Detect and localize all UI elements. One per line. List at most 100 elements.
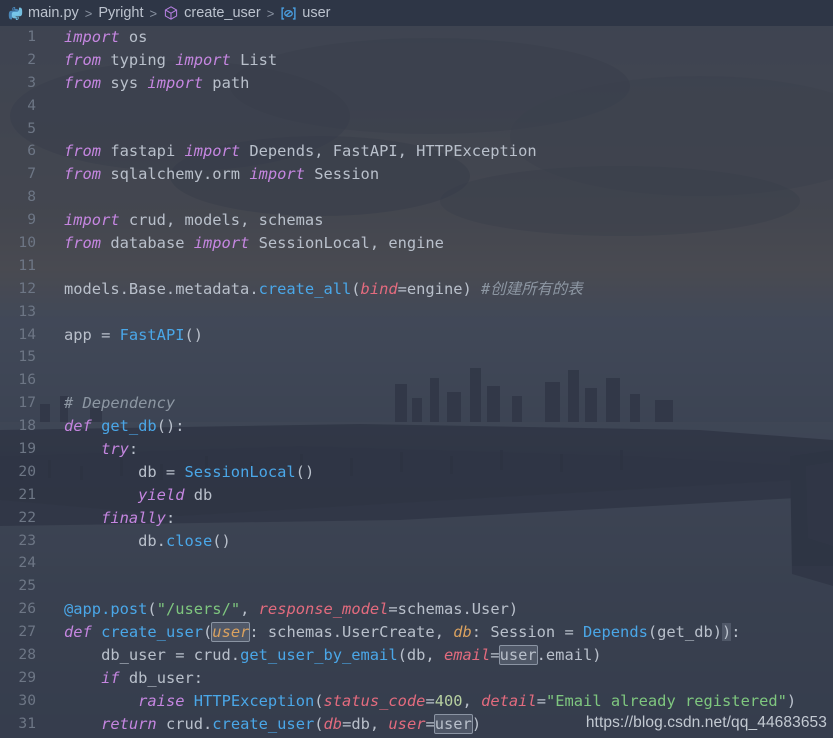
line-number: 23 xyxy=(18,531,36,549)
code-token: from xyxy=(64,50,102,69)
code-line[interactable]: 12 models.Base.metadata.create_all(bind=e… xyxy=(0,278,833,301)
breadcrumb-item-provider[interactable]: Pyright xyxy=(97,5,144,21)
line-content[interactable]: raise HTTPException(status_code=400, det… xyxy=(64,690,796,713)
code-token: Depends xyxy=(582,623,648,642)
breadcrumb-item-symbol-method[interactable]: create_user xyxy=(162,5,262,21)
line-content[interactable]: import crud, models, schemas xyxy=(64,209,323,232)
code-token: import xyxy=(64,28,120,46)
code-line[interactable]: 5 xyxy=(0,118,833,141)
code-line[interactable]: 20 db = SessionLocal() xyxy=(0,461,833,484)
code-token: 400 xyxy=(434,691,463,710)
code-token: status_code xyxy=(323,691,426,710)
code-token: bind xyxy=(360,279,398,298)
highlighted-token: user xyxy=(433,713,473,734)
code-token: typing xyxy=(101,50,176,69)
code-line[interactable]: 11 xyxy=(0,255,833,278)
code-token: yield xyxy=(138,485,185,504)
breadcrumb-item-symbol-variable[interactable]: user xyxy=(279,5,331,21)
line-content[interactable]: from sqlalchemy.orm import Session xyxy=(64,163,379,186)
highlighted-token: user xyxy=(211,622,251,643)
line-number: 3 xyxy=(27,73,36,91)
code-token: ) xyxy=(471,714,482,733)
line-content[interactable]: from fastapi import Depends, FastAPI, HT… xyxy=(64,140,537,163)
code-line[interactable]: 1 import os xyxy=(0,26,833,49)
line-content[interactable]: @app.post("/users/", response_model=sche… xyxy=(64,598,518,621)
line-content[interactable]: def create_user(user: schemas.UserCreate… xyxy=(64,621,741,644)
code-line[interactable]: 16 xyxy=(0,369,833,392)
code-line[interactable]: 28 db_user = crud.get_user_by_email(db, … xyxy=(0,644,833,667)
code-token: def xyxy=(64,623,102,642)
code-token: () xyxy=(295,462,315,481)
code-token: HTTPException xyxy=(193,691,315,710)
code-line[interactable]: 29 if db_user: xyxy=(0,667,833,690)
code-token: : xyxy=(731,623,741,642)
line-content[interactable]: yield db xyxy=(64,484,212,507)
code-line[interactable]: 9 import crud, models, schemas xyxy=(0,209,833,232)
code-token: List xyxy=(230,50,278,69)
code-token: ( xyxy=(147,600,157,619)
code-token: return xyxy=(101,714,157,733)
code-line[interactable]: 18 def get_db(): xyxy=(0,415,833,438)
code-token: SessionLocal xyxy=(184,462,296,481)
code-line[interactable]: 21 yield db xyxy=(0,484,833,507)
line-content[interactable]: app = FastAPI() xyxy=(64,324,203,347)
line-content[interactable]: from typing import List xyxy=(64,49,277,72)
line-number: 7 xyxy=(27,165,36,183)
code-token: def xyxy=(64,417,102,436)
line-content[interactable]: try: xyxy=(64,438,138,461)
code-line[interactable]: 30 raise HTTPException(status_code=400, … xyxy=(0,690,833,713)
code-line[interactable]: 17 # Dependency xyxy=(0,392,833,415)
line-number: 22 xyxy=(18,508,36,526)
line-content[interactable]: db = SessionLocal() xyxy=(64,461,314,484)
code-line[interactable]: 14 app = FastAPI() xyxy=(0,324,833,347)
line-content[interactable]: from sys import path xyxy=(64,72,249,95)
line-number: 12 xyxy=(18,279,36,297)
code-token: = xyxy=(536,691,546,710)
line-content[interactable]: if db_user: xyxy=(64,667,203,690)
line-number: 10 xyxy=(18,234,36,252)
line-content[interactable]: models.Base.metadata.create_all(bind=eng… xyxy=(64,278,583,301)
code-line[interactable]: 23 db.close() xyxy=(0,530,833,553)
code-line[interactable]: 2 from typing import List xyxy=(0,49,833,72)
line-content[interactable]: db.close() xyxy=(64,530,231,553)
code-line[interactable]: 27 def create_user(user: schemas.UserCrea… xyxy=(0,621,833,644)
code-token: create_user xyxy=(212,714,315,733)
python-icon xyxy=(8,6,23,21)
breadcrumb-label-file: main.py xyxy=(28,5,79,21)
line-content[interactable]: # Dependency xyxy=(64,392,175,415)
code-line[interactable]: 3 from sys import path xyxy=(0,72,833,95)
line-content[interactable]: finally: xyxy=(64,507,175,530)
line-content[interactable]: db_user = crud.get_user_by_email(db, ema… xyxy=(64,644,602,667)
code-editor[interactable]: 1 import os 2 from typing import List 3 from … xyxy=(0,26,833,738)
line-number: 26 xyxy=(18,600,36,618)
code-line[interactable]: 26 @app.post("/users/", response_model=sc… xyxy=(0,598,833,621)
code-line[interactable]: 31 return crud.create_user(db=db, user=u… xyxy=(0,713,833,736)
code-line[interactable]: 6 from fastapi import Depends, FastAPI, H… xyxy=(0,140,833,163)
code-line[interactable]: 25 xyxy=(0,575,833,598)
code-line[interactable]: 24 xyxy=(0,552,833,575)
code-line[interactable]: 15 xyxy=(0,346,833,369)
code-token: path xyxy=(203,73,250,92)
breadcrumb-item-file[interactable]: main.py xyxy=(7,5,80,21)
line-content[interactable]: def get_db(): xyxy=(64,415,185,438)
code-line[interactable]: 7 from sqlalchemy.orm import Session xyxy=(0,163,833,186)
code-line[interactable]: 4 xyxy=(0,95,833,118)
code-token: response_model xyxy=(258,600,389,619)
line-number: 14 xyxy=(18,325,36,343)
line-number: 29 xyxy=(18,668,36,686)
line-content[interactable]: from database import SessionLocal, engin… xyxy=(64,232,444,255)
code-line[interactable]: 13 xyxy=(0,301,833,324)
breadcrumb-separator: > xyxy=(149,5,158,21)
code-line[interactable]: 22 finally: xyxy=(0,507,833,530)
line-number: 1 xyxy=(27,28,36,45)
code-line[interactable]: 19 try: xyxy=(0,438,833,461)
line-number: 25 xyxy=(18,577,36,595)
code-line[interactable]: 10 from database import SessionLocal, eng… xyxy=(0,232,833,255)
line-content[interactable]: return crud.create_user(db=db, user=user… xyxy=(64,713,481,736)
line-content[interactable]: import os xyxy=(64,26,147,49)
code-line[interactable]: 8 xyxy=(0,186,833,209)
code-token: from xyxy=(64,142,102,161)
code-token: # Dependency xyxy=(64,394,176,413)
code-token: models.Base.metadata. xyxy=(64,279,259,298)
